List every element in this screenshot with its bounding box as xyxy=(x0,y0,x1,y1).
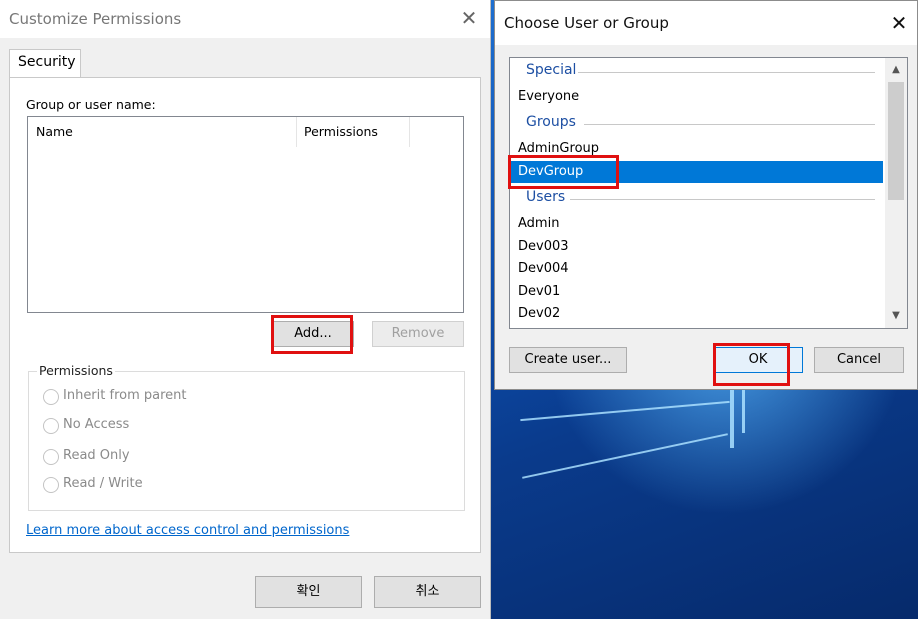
choose-user-or-group-dialog: Choose User or Group ✕ Special Everyone … xyxy=(494,0,918,390)
column-header-name[interactable]: Name xyxy=(28,117,297,147)
cancel-button[interactable]: Cancel xyxy=(814,347,904,373)
title-bar: Choose User or Group ✕ xyxy=(495,1,917,45)
read-write-label: Read / Write xyxy=(63,476,143,491)
list-item-dev003[interactable]: Dev003 xyxy=(511,236,883,258)
section-special: Special xyxy=(510,61,885,83)
tab-security[interactable]: Security xyxy=(9,49,81,78)
wallpaper-light-beam xyxy=(520,400,730,422)
close-icon[interactable]: ✕ xyxy=(459,8,479,28)
permissions-group: Permissions Inherit from parent No Acces… xyxy=(28,363,465,511)
dialog-title: Customize Permissions xyxy=(9,10,182,28)
create-user-button[interactable]: Create user... xyxy=(509,347,627,373)
group-or-user-label: Group or user name: xyxy=(26,97,156,112)
customize-permissions-dialog: Customize Permissions ✕ Security Group o… xyxy=(0,0,491,619)
read-only-label: Read Only xyxy=(63,448,130,463)
title-bar: Customize Permissions ✕ xyxy=(0,0,490,38)
confirm-button[interactable]: 확인 xyxy=(255,576,362,608)
inherit-label: Inherit from parent xyxy=(63,388,187,403)
section-divider xyxy=(570,199,875,200)
security-panel: Group or user name: Name Permissions Add… xyxy=(9,77,481,553)
dialog-title: Choose User or Group xyxy=(504,14,669,32)
section-divider xyxy=(578,72,875,73)
remove-button[interactable]: Remove xyxy=(372,321,464,347)
section-users: Users xyxy=(510,188,885,210)
list-item-dev02[interactable]: Dev02 xyxy=(511,303,883,325)
scroll-down-icon[interactable]: ▼ xyxy=(885,306,907,326)
permissions-group-title: Permissions xyxy=(37,363,115,378)
wallpaper-light-beam xyxy=(742,388,745,433)
vertical-scrollbar[interactable]: ▲ ▼ xyxy=(885,58,907,328)
section-label: Special xyxy=(526,62,577,78)
cancel-button[interactable]: 취소 xyxy=(374,576,481,608)
section-divider xyxy=(584,124,875,125)
scroll-thumb[interactable] xyxy=(888,82,904,200)
inherit-radio[interactable] xyxy=(43,389,59,405)
wallpaper-light-beam xyxy=(730,388,734,448)
section-label: Groups xyxy=(526,114,576,130)
ok-highlight-box xyxy=(713,343,790,386)
section-groups: Groups xyxy=(510,113,885,135)
devgroup-highlight-box xyxy=(508,155,619,189)
list-item-dev01[interactable]: Dev01 xyxy=(511,281,883,303)
column-header-permissions[interactable]: Permissions xyxy=(296,117,410,147)
user-group-list[interactable]: Special Everyone Groups AdminGroup DevGr… xyxy=(509,57,908,329)
read-only-radio[interactable] xyxy=(43,449,59,465)
list-item-admin[interactable]: Admin xyxy=(511,213,883,235)
no-access-radio[interactable] xyxy=(43,418,59,434)
section-label: Users xyxy=(526,189,566,205)
user-permissions-list[interactable]: Name Permissions xyxy=(27,116,464,313)
add-highlight-box xyxy=(271,315,353,354)
scroll-up-icon[interactable]: ▲ xyxy=(885,60,907,80)
tab-label: Security xyxy=(18,54,76,70)
close-icon[interactable]: ✕ xyxy=(889,13,909,33)
wallpaper-light-beam xyxy=(522,433,728,479)
list-item-dev004[interactable]: Dev004 xyxy=(511,258,883,280)
read-write-radio[interactable] xyxy=(43,477,59,493)
learn-more-link[interactable]: Learn more about access control and perm… xyxy=(26,523,349,538)
no-access-label: No Access xyxy=(63,417,130,432)
list-item-everyone[interactable]: Everyone xyxy=(511,86,883,108)
